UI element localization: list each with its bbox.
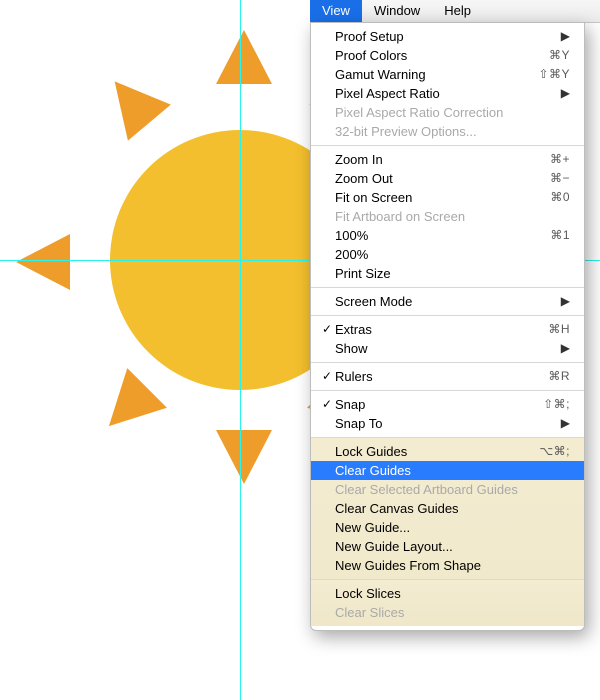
menu-item-new-guide-layout[interactable]: New Guide Layout... xyxy=(311,537,584,556)
menu-item-pixel-aspect-ratio-correction: Pixel Aspect Ratio Correction xyxy=(311,103,584,122)
menu-item-label: Show xyxy=(335,339,555,358)
menubar-item-view[interactable]: View xyxy=(310,0,362,22)
menubar-item-help[interactable]: Help xyxy=(432,0,483,22)
menu-item-clear-canvas-guides[interactable]: Clear Canvas Guides xyxy=(311,499,584,518)
sun-ray xyxy=(93,63,171,140)
menu-item-label: Lock Slices xyxy=(335,584,570,603)
menu-item-shortcut: ⌘1 xyxy=(550,226,570,245)
menu-item-label: Zoom Out xyxy=(335,169,550,188)
menu-item-label: Clear Guides xyxy=(335,461,570,480)
menu-item-100[interactable]: 100%⌘1 xyxy=(311,226,584,245)
menu-item-label: Fit Artboard on Screen xyxy=(335,207,570,226)
menu-item-label: Extras xyxy=(335,320,548,339)
menu-item-label: Clear Canvas Guides xyxy=(335,499,570,518)
menu-item-lock-slices[interactable]: Lock Slices xyxy=(311,584,584,603)
menu-item-label: New Guide... xyxy=(335,518,570,537)
menu-item-rulers[interactable]: ✓Rulers⌘R xyxy=(311,367,584,386)
menu-item-label: Screen Mode xyxy=(335,292,555,311)
menu-item-shortcut: ⌘+ xyxy=(550,150,570,169)
checkmark-icon: ✓ xyxy=(319,320,335,339)
chevron-right-icon: ▶ xyxy=(561,27,570,46)
menu-item-label: Pixel Aspect Ratio Correction xyxy=(335,103,570,122)
menu-item-fit-artboard-on-screen: Fit Artboard on Screen xyxy=(311,207,584,226)
sun-ray xyxy=(16,234,70,290)
menu-item-label: Clear Selected Artboard Guides xyxy=(335,480,570,499)
menu-item-new-guides-from-shape[interactable]: New Guides From Shape xyxy=(311,556,584,575)
sun-ray xyxy=(89,368,167,446)
menu-item-clear-selected-artboard-guides: Clear Selected Artboard Guides xyxy=(311,480,584,499)
menu-item-label: Pixel Aspect Ratio xyxy=(335,84,555,103)
menu-item-label: 100% xyxy=(335,226,550,245)
menu-item-label: Gamut Warning xyxy=(335,65,538,84)
menu-item-clear-guides[interactable]: Clear Guides xyxy=(311,461,584,480)
menu-item-label: Rulers xyxy=(335,367,548,386)
chevron-right-icon: ▶ xyxy=(561,84,570,103)
menu-item-proof-setup[interactable]: Proof Setup ▶ xyxy=(311,27,584,46)
chevron-right-icon: ▶ xyxy=(561,414,570,433)
menu-item-200[interactable]: 200% xyxy=(311,245,584,264)
menu-item-label: 32-bit Preview Options... xyxy=(335,122,570,141)
menu-item-screen-mode[interactable]: Screen Mode ▶ xyxy=(311,292,584,311)
menu-item-shortcut: ⌘H xyxy=(548,320,570,339)
menu-item-snap-to[interactable]: Snap To ▶ xyxy=(311,414,584,433)
menu-item-shortcut: ⌘0 xyxy=(550,188,570,207)
menu-item-proof-colors[interactable]: Proof Colors⌘Y xyxy=(311,46,584,65)
menu-item-shortcut: ⌘Y xyxy=(549,46,570,65)
menubar-item-window[interactable]: Window xyxy=(362,0,432,22)
menu-item-32-bit-preview-options: 32-bit Preview Options... xyxy=(311,122,584,141)
menu-item-clear-slices: Clear Slices xyxy=(311,603,584,622)
menu-item-print-size[interactable]: Print Size xyxy=(311,264,584,283)
menu-item-shortcut: ⌘− xyxy=(550,169,570,188)
menu-item-show[interactable]: Show ▶ xyxy=(311,339,584,358)
menu-item-new-guide[interactable]: New Guide... xyxy=(311,518,584,537)
menu-item-shortcut: ⇧⌘Y xyxy=(538,65,570,84)
sun-ray xyxy=(216,430,272,484)
menu-item-lock-guides[interactable]: Lock Guides⌥⌘; xyxy=(311,442,584,461)
menu-item-zoom-out[interactable]: Zoom Out⌘− xyxy=(311,169,584,188)
menu-item-shortcut: ⌥⌘; xyxy=(539,442,570,461)
menu-item-fit-on-screen[interactable]: Fit on Screen⌘0 xyxy=(311,188,584,207)
menu-item-pixel-aspect-ratio[interactable]: Pixel Aspect Ratio ▶ xyxy=(311,84,584,103)
vertical-guide[interactable] xyxy=(240,0,241,700)
menu-item-label: Proof Setup xyxy=(335,27,555,46)
menu-item-label: Proof Colors xyxy=(335,46,549,65)
checkmark-icon: ✓ xyxy=(319,395,335,414)
sun-ray xyxy=(216,30,272,84)
menu-item-label: New Guide Layout... xyxy=(335,537,570,556)
checkmark-icon: ✓ xyxy=(319,367,335,386)
menu-item-label: Snap xyxy=(335,395,543,414)
menu-item-snap[interactable]: ✓Snap⇧⌘; xyxy=(311,395,584,414)
menu-item-label: 200% xyxy=(335,245,570,264)
menu-item-label: Print Size xyxy=(335,264,570,283)
menu-item-label: New Guides From Shape xyxy=(335,556,570,575)
menu-item-label: Clear Slices xyxy=(335,603,570,622)
menu-item-label: Zoom In xyxy=(335,150,550,169)
menu-item-gamut-warning[interactable]: Gamut Warning⇧⌘Y xyxy=(311,65,584,84)
menu-item-label: Lock Guides xyxy=(335,442,539,461)
menu-item-shortcut: ⌘R xyxy=(548,367,570,386)
menu-item-extras[interactable]: ✓Extras⌘H xyxy=(311,320,584,339)
chevron-right-icon: ▶ xyxy=(561,292,570,311)
chevron-right-icon: ▶ xyxy=(561,339,570,358)
menu-item-label: Snap To xyxy=(335,414,555,433)
menu-item-label: Fit on Screen xyxy=(335,188,550,207)
menu-item-shortcut: ⇧⌘; xyxy=(543,395,570,414)
menu-item-zoom-in[interactable]: Zoom In⌘+ xyxy=(311,150,584,169)
view-menu-dropdown: Proof Setup▶Proof Colors⌘YGamut Warning⇧… xyxy=(310,22,585,631)
application-menubar: ViewWindowHelp xyxy=(310,0,600,23)
